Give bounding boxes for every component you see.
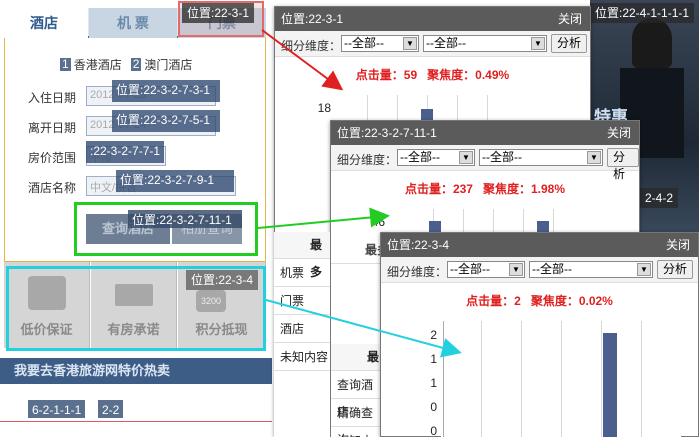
hotel-name-label: 酒店名称	[28, 181, 77, 195]
checkin-label: 入住日期	[28, 91, 77, 105]
panel-3-ytick: 1	[430, 376, 437, 390]
panel-1-select-2[interactable]: --全部-- ▼	[423, 35, 547, 52]
panel-3-analyze-button[interactable]: 分析	[657, 260, 694, 279]
panel-1-dim-label: 细分维度：	[281, 39, 342, 53]
panel-2-select-2[interactable]: --全部-- ▼	[479, 149, 603, 166]
panel-2-title: 位置:22-3-2-7-11-1	[337, 126, 437, 140]
panel-2-focus: 聚焦度：1.98%	[483, 182, 566, 196]
panel-1-header: 位置:22-3-1 关闭	[275, 7, 590, 31]
chevron-down-icon: ▼	[587, 151, 601, 164]
panel-1-focus: 聚焦度：0.49%	[427, 68, 510, 82]
panel-1-clicks: 点击量：59	[355, 68, 418, 82]
radio-mo-marker[interactable]: 2	[130, 58, 142, 71]
panel-1-menu-item[interactable]: 酒店	[274, 316, 330, 343]
panel-2-menu-item[interactable]: 精确查询	[331, 400, 382, 437]
panel-1-title: 位置:22-3-1	[281, 12, 344, 26]
checkout-label: 离开日期	[28, 121, 77, 135]
hotel-booking-site: 酒店 机 票 门票 1 香港酒店 2 澳门酒店 入住日期 2012-07-23 …	[0, 0, 272, 437]
person-silhouette-icon	[632, 18, 672, 68]
checkout-position-tag: 位置:22-3-2-7-5-1	[112, 110, 220, 132]
panel-1-analyze-button[interactable]: 分析	[551, 34, 588, 53]
panel-3-focus: 聚焦度：0.02%	[530, 294, 613, 308]
panel-1-ytick: 18	[317, 101, 331, 115]
chevron-down-icon: ▼	[509, 263, 523, 276]
hot-sale-header: 我要去香港旅游网特价热卖	[0, 358, 272, 384]
panel-2-ytick: 46	[371, 215, 385, 229]
panel-3-bar	[603, 333, 617, 437]
panel-3-title: 位置:22-3-4	[387, 238, 450, 252]
panel-2-select-1[interactable]: --全部-- ▼	[397, 149, 475, 166]
panel-2-close-button[interactable]: 关闭	[607, 121, 631, 145]
panel-3-header: 位置:22-3-4 关闭	[381, 233, 698, 257]
panel-1-menu-item[interactable]: 机票	[274, 260, 330, 287]
panel-1-filter-row: 细分维度： --全部-- ▼ --全部-- ▼ 分析	[275, 31, 590, 57]
panel-2-stats: 点击量：237 聚焦度：1.98%	[331, 180, 639, 197]
panel-3-chart: 2 1 1 0 0	[430, 321, 681, 437]
panel-2-menu-head-2: 最	[331, 344, 382, 371]
panel-1-close-button[interactable]: 关闭	[558, 7, 582, 31]
chevron-down-icon: ▼	[637, 263, 651, 276]
radio-hk-label: 香港酒店	[73, 58, 122, 72]
panel-2-menu-list: 最 查询酒店 精确查询 未知内容	[330, 344, 382, 437]
features-highlight-box	[6, 266, 266, 351]
panel-3-grid	[561, 321, 562, 437]
chevron-down-icon: ▼	[459, 151, 473, 164]
panel-3-ytick: 0	[430, 424, 437, 437]
panel-2-menu-item[interactable]: 未知内容	[331, 428, 382, 437]
panel-3-grid	[521, 321, 522, 437]
tab-hotel[interactable]: 酒店	[0, 8, 88, 38]
panel-3-ytick: 2	[430, 328, 437, 342]
panel-1-select-2-value: --全部--	[426, 36, 466, 50]
panel-3-dim-label: 细分维度：	[387, 265, 448, 279]
panel-1-select-1[interactable]: --全部-- ▼	[341, 35, 419, 52]
panel-2-select-2-value: --全部--	[482, 150, 522, 164]
tab-flight[interactable]: 机 票	[89, 8, 177, 38]
chevron-down-icon: ▼	[403, 37, 417, 50]
panel-3-select-1[interactable]: --全部-- ▼	[447, 261, 525, 278]
stats-panel-3: 位置:22-3-4 关闭 细分维度： --全部-- ▼ --全部-- ▼ 分析 点击…	[380, 232, 699, 437]
panel-3-axis	[443, 321, 444, 437]
panel-3-clicks: 点击量：2	[466, 294, 521, 308]
ticket-tab-position-tag: 位置:22-3-1	[182, 3, 255, 23]
bottom-position-tag-1: 6-2-1-1-1	[28, 400, 86, 418]
checkin-position-tag: 位置:22-3-2-7-3-1	[112, 80, 220, 102]
hotel-region-radios: 1 香港酒店 2 澳门酒店	[60, 56, 192, 73]
panel-3-filter-row: 细分维度： --全部-- ▼ --全部-- ▼ 分析	[381, 257, 698, 283]
panel-3-grid	[481, 321, 482, 437]
search-highlight-box	[74, 202, 258, 256]
panel-1-menu: 最多 机票 门票 酒店 未知内容	[274, 232, 330, 437]
panel-2-analyze-button[interactable]: 分析	[607, 148, 639, 181]
banner-position-tag: 位置:22-4-1-1-1-1	[590, 3, 695, 23]
panel-3-select-2[interactable]: --全部-- ▼	[529, 261, 653, 278]
panel-3-ytick: 0	[430, 400, 437, 414]
price-range-label: 房价范围	[28, 151, 77, 165]
panel-3-grid	[641, 321, 642, 437]
price-range-position-tag: :22-3-2-7-7-1	[86, 141, 164, 163]
banner-position-tag-2: 2-4-2	[640, 188, 679, 208]
chevron-down-icon: ▼	[531, 37, 545, 50]
panel-2-dim-label: 细分维度：	[337, 153, 398, 167]
panel-3-close-button[interactable]: 关闭	[666, 233, 690, 257]
panel-3-select-2-value: --全部--	[532, 262, 572, 276]
panel-2-select-1-value: --全部--	[400, 150, 440, 164]
divider-line	[0, 421, 272, 422]
radio-mo-label: 澳门酒店	[144, 58, 193, 72]
radio-hk-marker[interactable]: 1	[60, 58, 71, 71]
panel-3-stats: 点击量：2 聚焦度：0.02%	[381, 292, 698, 309]
panel-1-menu-item[interactable]: 未知内容	[274, 344, 330, 371]
panel-1-select-1-value: --全部--	[344, 36, 384, 50]
panel-1-menu-head: 最多	[274, 232, 330, 279]
panel-3-grid	[601, 321, 602, 437]
panel-1-stats: 点击量：59 聚焦度：0.49%	[275, 66, 590, 83]
panel-2-clicks: 点击量：237	[404, 182, 473, 196]
panel-2-menu-item[interactable]: 查询酒店	[331, 372, 382, 419]
bottom-position-tag-2: 2-2	[98, 400, 124, 418]
panel-3-ytick: 1	[430, 352, 437, 366]
panel-2-filter-row: 细分维度： --全部-- ▼ --全部-- ▼ 分析	[331, 145, 639, 181]
panel-2-header: 位置:22-3-2-7-11-1 关闭	[331, 121, 639, 145]
panel-1-menu-item[interactable]: 门票	[274, 288, 330, 315]
hotel-name-position-tag: 位置:22-3-2-7-9-1	[116, 170, 234, 192]
panel-3-select-1-value: --全部--	[450, 262, 490, 276]
